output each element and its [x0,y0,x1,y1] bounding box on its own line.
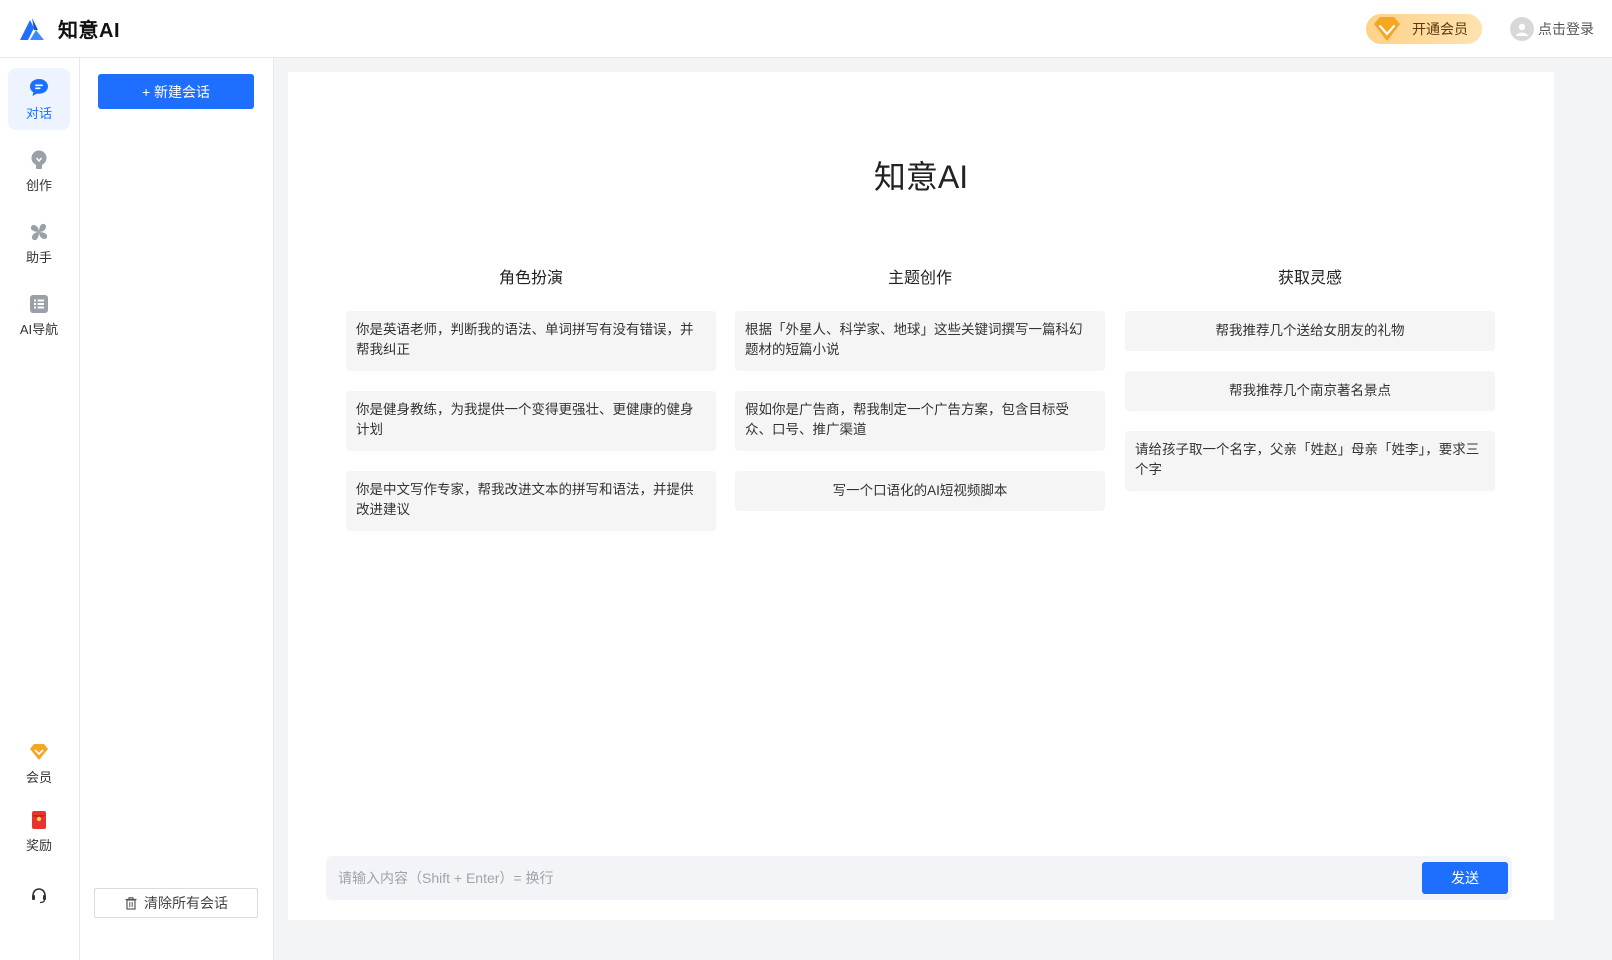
trash-icon [125,897,137,910]
rail-item-label: 会员 [25,769,52,785]
new-chat-button[interactable]: + 新建会话 [98,74,254,109]
chat-bubble-icon [30,78,48,96]
main-panel: 知意AI 角色扮演 你是英语老师，判断我的语法、单词拼写有没有错误，并帮我纠正 … [288,72,1554,920]
conversation-sidebar: + 新建会话 清除所有会话 [80,58,274,960]
rail-item-label: AI导航 [19,321,59,337]
prompt-card[interactable]: 你是英语老师，判断我的语法、单词拼写有没有错误，并帮我纠正 [346,311,716,371]
clear-all-chats-button[interactable]: 清除所有会话 [94,888,258,918]
prompt-card[interactable]: 你是中文写作专家，帮我改进文本的拼写和语法，并提供改进建议 [346,471,716,531]
headset-icon [32,888,46,904]
top-header: 知意AI 开通会员 点击登录 [0,0,1612,58]
column-title: 主题创作 [887,270,952,287]
prompt-column-topic: 主题创作 根据「外星人、科学家、地球」这些关键词撰写一篇科幻题材的短篇小说 假如… [735,267,1105,531]
rail-item-ai-nav[interactable]: AI导航 [8,284,70,346]
prompt-card[interactable]: 根据「外星人、科学家、地球」这些关键词撰写一篇科幻题材的短篇小说 [735,311,1105,371]
prompt-column-roleplay: 角色扮演 你是英语老师，判断我的语法、单词拼写有没有错误，并帮我纠正 你是健身教… [346,267,716,551]
prompt-card[interactable]: 写一个口语化的AI短视频脚本 [735,471,1105,511]
login-label: 点击登录 [1538,20,1594,37]
prompt-card[interactable]: 帮我推荐几个南京著名景点 [1125,371,1495,411]
message-input-bar: 发送 [326,856,1512,900]
list-icon [30,294,48,313]
prompt-card[interactable]: 请给孩子取一个名字，父亲「姓赵」母亲「姓李」，要求三个字 [1125,431,1495,491]
column-title: 角色扮演 [498,270,563,287]
rail-item-assistant[interactable]: 助手 [8,212,70,274]
column-title: 获取灵感 [1277,270,1342,287]
prompt-card[interactable]: 帮我推荐几个送给女朋友的礼物 [1125,311,1495,351]
page-title: 知意AI [873,159,969,195]
rail-item-label: 奖励 [25,837,52,853]
rail-item-create[interactable]: 创作 [8,140,70,202]
avatar-icon [1510,16,1534,41]
rail-item-chat[interactable]: 对话 [8,68,70,130]
brand-logo-icon [20,17,44,40]
prompt-card[interactable]: 假如你是广告商，帮我制定一个广告方案，包含目标受众、口号、推广渠道 [735,391,1105,451]
pinwheel-icon [30,223,48,240]
message-input[interactable] [338,860,1422,896]
clear-all-chats-label: 清除所有会话 [144,895,228,911]
open-vip-button[interactable]: 开通会员 [1366,13,1482,44]
brand[interactable]: 知意AI [18,14,120,43]
send-button[interactable]: 发送 [1422,862,1508,894]
rail-item-support[interactable] [8,866,70,928]
login-link[interactable]: 点击登录 [1510,16,1594,41]
rail-item-label: 助手 [25,249,52,265]
brand-name: 知意AI [58,20,120,42]
icon-rail: 对话 创作 助手 AI导航 会员 奖励 [0,58,80,960]
rail-item-vip[interactable]: 会员 [8,732,70,794]
vip-diamond-icon [1374,16,1400,41]
rail-item-label: 创作 [25,177,52,193]
prompt-card[interactable]: 你是健身教练，为我提供一个变得更强壮、更健康的健身计划 [346,391,716,451]
rail-item-reward[interactable]: 奖励 [8,800,70,862]
prompt-column-inspiration: 获取灵感 帮我推荐几个送给女朋友的礼物 帮我推荐几个南京著名景点 请给孩子取一个… [1125,267,1495,511]
diamond-icon [30,743,48,760]
lightbulb-icon [31,150,47,169]
open-vip-label: 开通会员 [1412,20,1468,37]
red-envelope-icon [32,810,46,829]
rail-item-label: 对话 [25,105,52,121]
